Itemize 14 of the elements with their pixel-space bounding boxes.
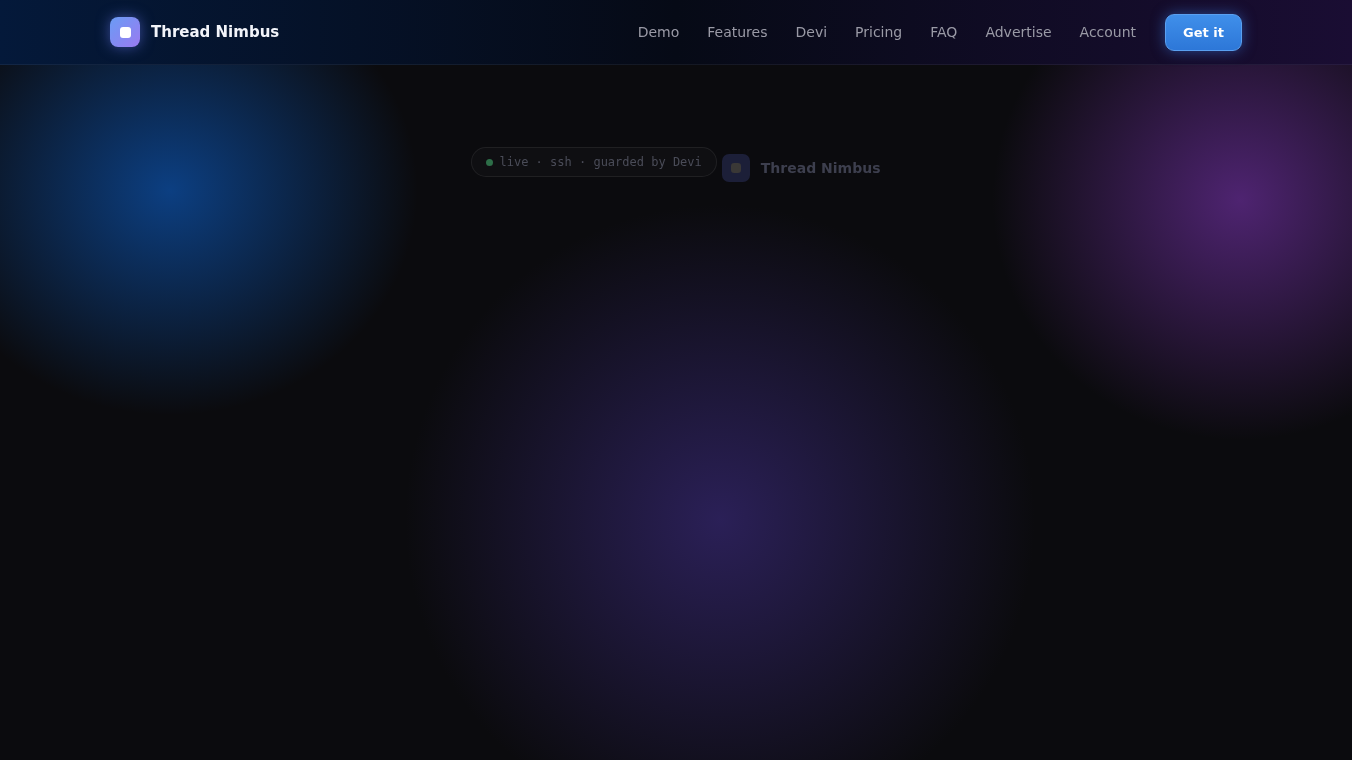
brand-name[interactable]: Thread Nimbus bbox=[151, 23, 280, 41]
status-dot-icon bbox=[485, 158, 493, 166]
nav-link[interactable]: Demo bbox=[637, 24, 680, 40]
nav-link[interactable]: Devi bbox=[795, 24, 828, 40]
app-logo-icon bbox=[721, 154, 750, 182]
nav-link[interactable]: Pricing bbox=[855, 24, 903, 40]
nav-link[interactable]: Account bbox=[1079, 24, 1137, 40]
nav-link[interactable]: FAQ bbox=[930, 24, 958, 40]
status-text: live · ssh · guarded by Devi bbox=[499, 155, 702, 169]
brand-name: Thread Nimbus bbox=[760, 160, 881, 176]
get-it-button[interactable]: Get it bbox=[1165, 13, 1242, 51]
nav-link[interactable]: Features bbox=[707, 24, 768, 40]
app-logo-icon[interactable] bbox=[110, 17, 140, 47]
nav-link[interactable]: Advertise bbox=[985, 24, 1052, 40]
